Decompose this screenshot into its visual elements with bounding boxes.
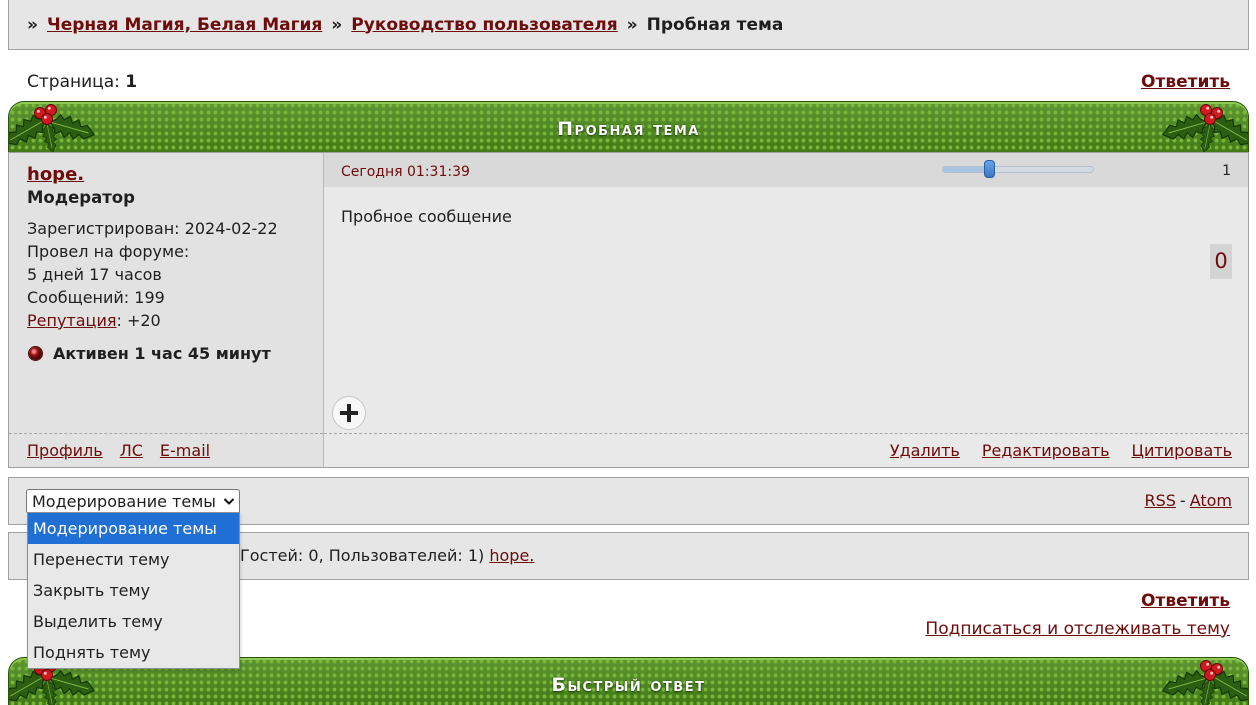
delete-link[interactable]: Удалить xyxy=(890,441,960,460)
author-time-value: 5 дней 17 часов xyxy=(27,265,162,284)
author-stats: Зарегистрирован: 2024-02-22 Провел на фо… xyxy=(27,217,323,332)
author-links: Профиль ЛС E-mail xyxy=(9,433,323,467)
profile-link[interactable]: Профиль xyxy=(27,441,103,460)
rss-link[interactable]: RSS xyxy=(1144,491,1175,510)
add-button[interactable] xyxy=(332,396,366,430)
pagination-label: Страница: xyxy=(27,72,120,92)
post-date: Сегодня 01:31:39 xyxy=(341,164,470,180)
option-move-topic[interactable]: Перенести тему xyxy=(28,544,239,575)
option-bump-topic[interactable]: Поднять тему xyxy=(28,637,239,668)
moderation-select[interactable]: Модерирование темы xyxy=(26,489,240,514)
post-slider[interactable] xyxy=(942,160,1094,178)
plus-icon xyxy=(340,404,358,422)
pagination: Страница: 1 xyxy=(27,70,137,94)
post-slider-fill xyxy=(943,167,990,172)
post-body: Пробное сообщение xyxy=(341,207,512,226)
breadcrumb-current: Пробная тема xyxy=(646,14,784,35)
author-time-label: Провел на форуме: xyxy=(27,242,190,261)
breadcrumb-separator: » xyxy=(27,14,38,35)
quote-link[interactable]: Цитировать xyxy=(1132,441,1232,460)
author-reputation: Репутация: +20 xyxy=(27,309,323,332)
reply-link-bottom[interactable]: Ответить xyxy=(1141,589,1230,613)
reputation-value: : +20 xyxy=(116,311,161,330)
post-actions: Удалить Редактировать Цитировать xyxy=(324,433,1248,467)
post-content-panel: Сегодня 01:31:39 1 Пробное сообщение 0 У… xyxy=(324,153,1248,467)
option-highlight-topic[interactable]: Выделить тему xyxy=(28,606,239,637)
private-message-link[interactable]: ЛС xyxy=(120,441,143,460)
reply-link-top[interactable]: Ответить xyxy=(1141,70,1230,94)
online-user-link[interactable]: hope. xyxy=(489,546,534,565)
edit-link[interactable]: Редактировать xyxy=(982,441,1110,460)
moderation-dropdown-list: Модерирование темы Перенести тему Закрыт… xyxy=(27,512,240,669)
author-role: Модератор xyxy=(27,188,135,207)
online-users: Гостей: 0, Пользователей: 1) hope. xyxy=(240,533,534,579)
option-moderate-topic[interactable]: Модерирование темы xyxy=(28,513,239,544)
status-dot-icon xyxy=(29,347,42,360)
reputation-link[interactable]: Репутация xyxy=(27,311,116,330)
moderation-select-value: Модерирование темы xyxy=(32,492,216,511)
online-counts: Гостей: 0, Пользователей: 1) xyxy=(240,546,485,565)
author-registered: Зарегистрирован: 2024-02-22 xyxy=(27,219,278,238)
author-name-link[interactable]: hope. xyxy=(27,164,84,186)
breadcrumb-separator: » xyxy=(331,14,343,35)
post-slider-thumb[interactable] xyxy=(983,160,995,178)
email-link[interactable]: E-mail xyxy=(160,441,210,460)
breadcrumb-forum-link[interactable]: Черная Магия, Белая Магия xyxy=(47,15,322,35)
atom-link[interactable]: Atom xyxy=(1190,491,1232,510)
author-messages: Сообщений: 199 xyxy=(27,288,165,307)
post-number[interactable]: 1 xyxy=(1222,153,1231,189)
feed-separator: - xyxy=(1179,491,1186,510)
post-header: Сегодня 01:31:39 1 xyxy=(324,153,1248,187)
activity-text: Активен 1 час 45 минут xyxy=(53,344,271,363)
subscribe-link[interactable]: Подписаться и отслеживать тему xyxy=(925,617,1230,641)
quick-reply-title: Быстрый ответ xyxy=(551,674,706,696)
post-author-panel: hope. Модератор Зарегистрирован: 2024-02… xyxy=(9,153,324,467)
feed-links: RSS - Atom xyxy=(1144,478,1232,524)
topic-title: Пробная тема xyxy=(557,118,700,140)
breadcrumb-section-link[interactable]: Руководство пользователя xyxy=(351,15,617,35)
author-activity: Активен 1 час 45 минут xyxy=(27,342,323,365)
pagination-current: 1 xyxy=(125,72,138,92)
option-close-topic[interactable]: Закрыть тему xyxy=(28,575,239,606)
post-rating[interactable]: 0 xyxy=(1210,244,1232,279)
breadcrumb-separator: » xyxy=(626,14,638,35)
post: hope. Модератор Зарегистрирован: 2024-02… xyxy=(8,152,1249,468)
chevron-down-icon xyxy=(223,498,235,505)
breadcrumb: » Черная Магия, Белая Магия » Руководств… xyxy=(8,0,1249,50)
author-info: hope. Модератор Зарегистрирован: 2024-02… xyxy=(9,153,323,365)
topic-header-bar: Пробная тема xyxy=(8,101,1249,153)
